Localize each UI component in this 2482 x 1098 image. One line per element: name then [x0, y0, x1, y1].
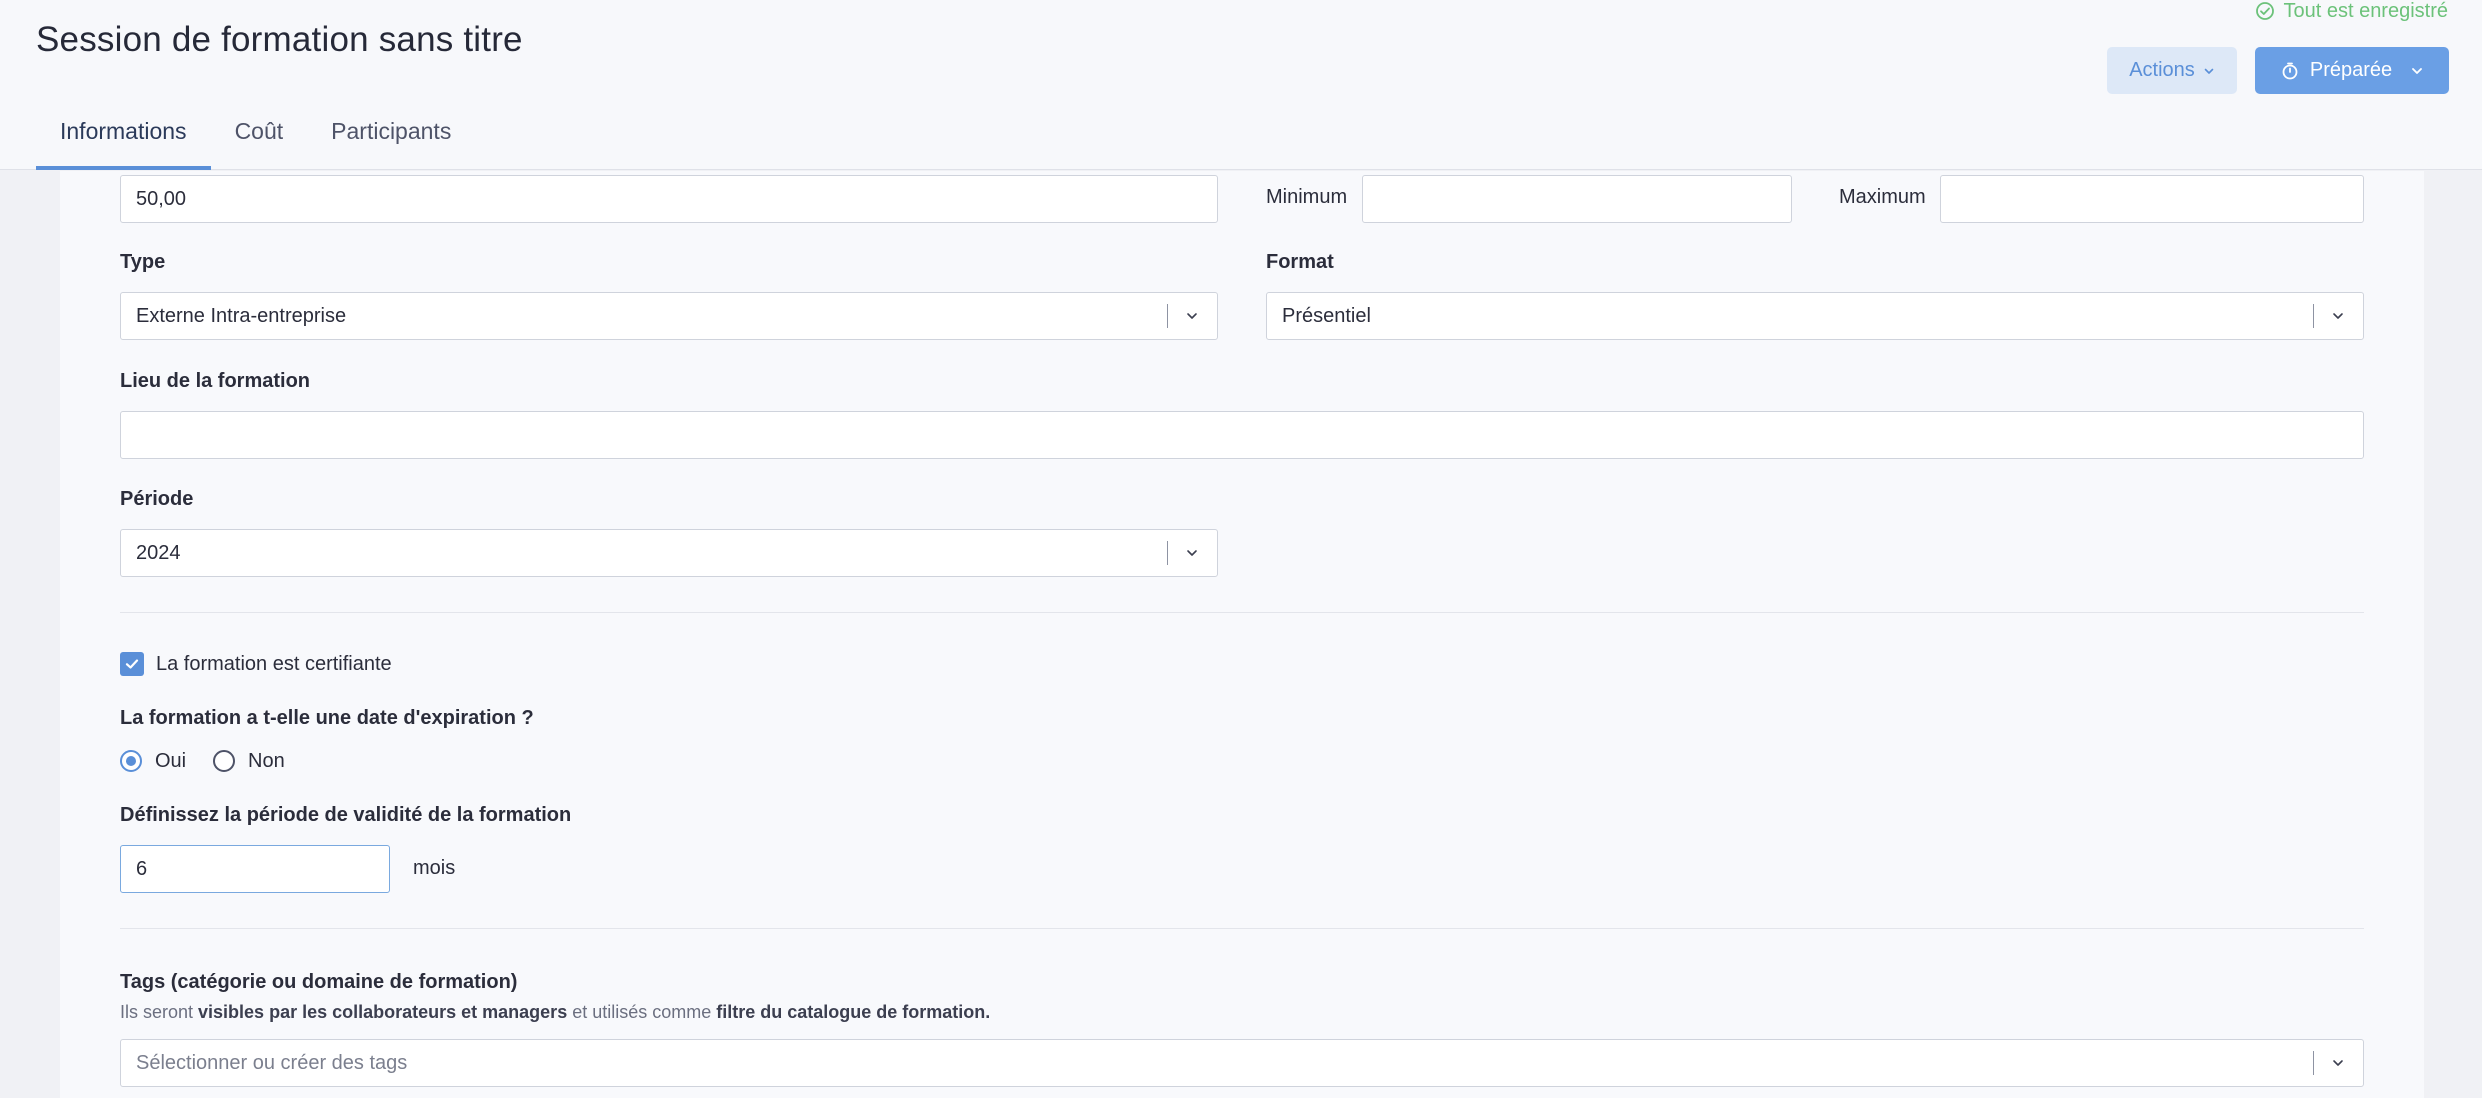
tab-cout[interactable]: Coût	[211, 118, 308, 170]
select-separator	[1167, 541, 1168, 565]
expiration-question: La formation a t-elle une date d'expirat…	[120, 707, 534, 729]
checkmark-icon	[125, 659, 139, 669]
location-input[interactable]	[120, 411, 2364, 459]
page-header: Session de formation sans titre Tout est…	[0, 0, 2482, 170]
period-select[interactable]: 2024	[120, 529, 1218, 577]
tags-hint-bold: filtre du catalogue de formation.	[716, 1002, 991, 1022]
saved-status: Tout est enregistré	[2255, 0, 2448, 22]
tab-participants[interactable]: Participants	[307, 118, 475, 170]
expiration-no-label: Non	[248, 750, 285, 772]
actions-button-label: Actions	[2129, 59, 2195, 81]
certifying-checkbox[interactable]	[120, 652, 144, 676]
tags-label: Tags (catégorie ou domaine de formation)	[120, 971, 518, 993]
format-label: Format	[1266, 251, 1334, 273]
minimum-input[interactable]	[1362, 175, 1792, 223]
stopwatch-icon	[2282, 62, 2298, 79]
tab-informations[interactable]: Informations	[36, 118, 211, 170]
expiration-no-radio[interactable]	[213, 750, 235, 772]
validity-input[interactable]: 6	[120, 845, 390, 893]
tags-hint-part: et utilisés comme	[567, 1002, 717, 1022]
check-circle-icon	[2256, 2, 2275, 20]
page-title: Session de formation sans titre	[36, 20, 523, 59]
minimum-label: Minimum	[1266, 186, 1348, 208]
chevron-down-icon	[2204, 68, 2214, 74]
select-separator	[1167, 304, 1168, 328]
format-select[interactable]: Présentiel	[1266, 292, 2364, 340]
certifying-label: La formation est certifiante	[156, 653, 392, 675]
period-label: Période	[120, 488, 194, 510]
maximum-label: Maximum	[1839, 186, 1926, 208]
section-divider	[120, 928, 2364, 929]
chevron-down-icon	[2412, 67, 2423, 74]
tags-select[interactable]: Sélectionner ou créer des tags	[120, 1039, 2364, 1087]
select-separator	[2313, 304, 2314, 328]
tags-placeholder: Sélectionner ou créer des tags	[136, 1051, 408, 1074]
format-value: Présentiel	[1282, 304, 1371, 327]
validity-label: Définissez la période de validité de la …	[120, 804, 572, 826]
chevron-down-icon	[1187, 550, 1197, 556]
tab-label: Participants	[331, 118, 452, 144]
tab-bar: Informations Coût Participants	[36, 118, 475, 170]
tab-label: Informations	[60, 118, 187, 144]
type-value: Externe Intra-entreprise	[136, 304, 347, 327]
duration-value: 50,00	[136, 187, 187, 210]
maximum-input[interactable]	[1940, 175, 2364, 223]
form-card: 50,00 Minimum Maximum Type Externe Intra…	[60, 171, 2424, 1098]
expiration-yes-label: Oui	[155, 750, 187, 772]
status-dropdown-button[interactable]: Préparée	[2255, 47, 2449, 94]
type-label: Type	[120, 251, 166, 273]
select-separator	[2313, 1051, 2314, 1075]
validity-value: 6	[136, 857, 148, 880]
chevron-down-icon	[1187, 313, 1197, 319]
tags-hint-bold: visibles par les collaborateurs et manag…	[198, 1002, 568, 1022]
validity-unit: mois	[413, 857, 456, 879]
duration-input[interactable]: 50,00	[120, 175, 1218, 223]
section-divider	[120, 612, 2364, 613]
chevron-down-icon	[2333, 313, 2343, 319]
status-button-label: Préparée	[2309, 59, 2393, 81]
tab-label: Coût	[234, 118, 284, 144]
location-label: Lieu de la formation	[120, 370, 311, 392]
saved-status-label: Tout est enregistré	[2283, 0, 2448, 22]
actions-button[interactable]: Actions	[2107, 47, 2237, 94]
tags-hint-part: Ils seront	[120, 1002, 199, 1022]
chevron-down-icon	[2333, 1060, 2343, 1066]
tags-hint: Ils seront visibles par les collaborateu…	[120, 1002, 990, 1023]
expiration-yes-radio[interactable]	[120, 750, 142, 772]
period-value: 2024	[136, 541, 181, 564]
type-select[interactable]: Externe Intra-entreprise	[120, 292, 1218, 340]
